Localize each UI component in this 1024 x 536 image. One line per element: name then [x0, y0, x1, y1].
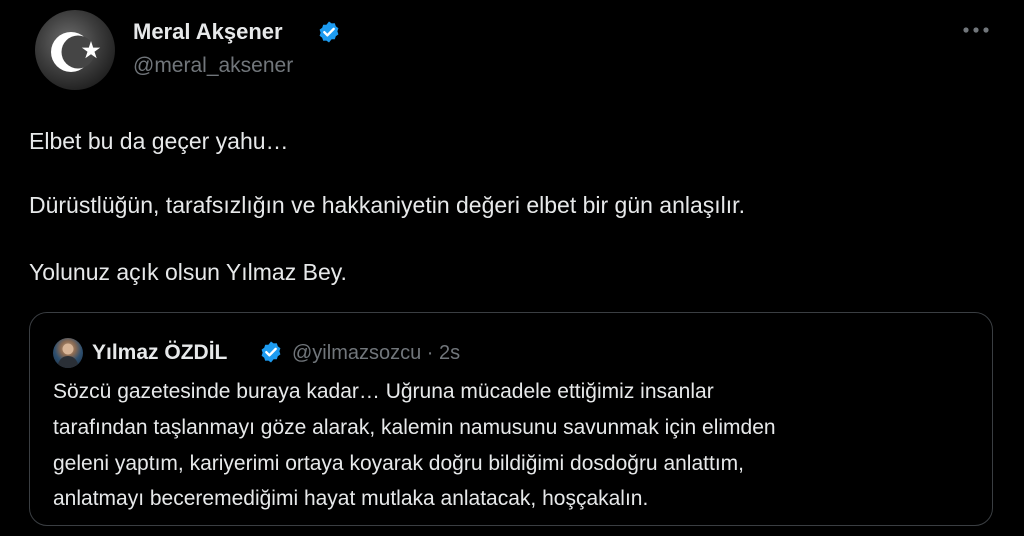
verified-badge-icon [259, 340, 283, 369]
meta-separator: · [426, 342, 434, 364]
verified-badge-icon [317, 20, 341, 49]
more-options-icon[interactable] [956, 20, 996, 40]
tweet-text-line: Dürüstlüğün, tarafsızlığın ve hakkaniyet… [29, 192, 745, 218]
quoted-author-display-name[interactable]: Yılmaz ÖZDİL [92, 340, 227, 366]
quoted-tweet-text-line: tarafından taşlanmayı göze alarak, kalem… [53, 416, 776, 439]
tweet-text-line: Yolunuz açık olsun Yılmaz Bey. [29, 259, 347, 285]
quoted-author-handle[interactable]: @yilmazsozcu [292, 342, 421, 364]
person-avatar-icon [57, 343, 79, 368]
author-avatar[interactable] [35, 10, 115, 90]
quoted-tweet-timestamp[interactable]: 2s [439, 342, 460, 364]
quoted-tweet-text-line: anlatmayı beceremediğimi hayat mutlaka a… [53, 487, 649, 510]
quoted-author-avatar[interactable] [53, 338, 83, 368]
quoted-tweet-text-line: Sözcü gazetesinde buraya kadar… Uğruna m… [53, 380, 714, 403]
quoted-tweet-meta: @yilmazsozcu · 2s [292, 340, 460, 366]
author-handle[interactable]: @meral_aksener [133, 52, 293, 80]
quoted-tweet-text-line: geleni yaptım, kariyerimi ortaya koyarak… [53, 452, 744, 475]
tweet-text-line: Elbet bu da geçer yahu… [29, 128, 289, 154]
crescent-star-icon [51, 32, 101, 72]
author-display-name[interactable]: Meral Akşener [133, 18, 283, 46]
